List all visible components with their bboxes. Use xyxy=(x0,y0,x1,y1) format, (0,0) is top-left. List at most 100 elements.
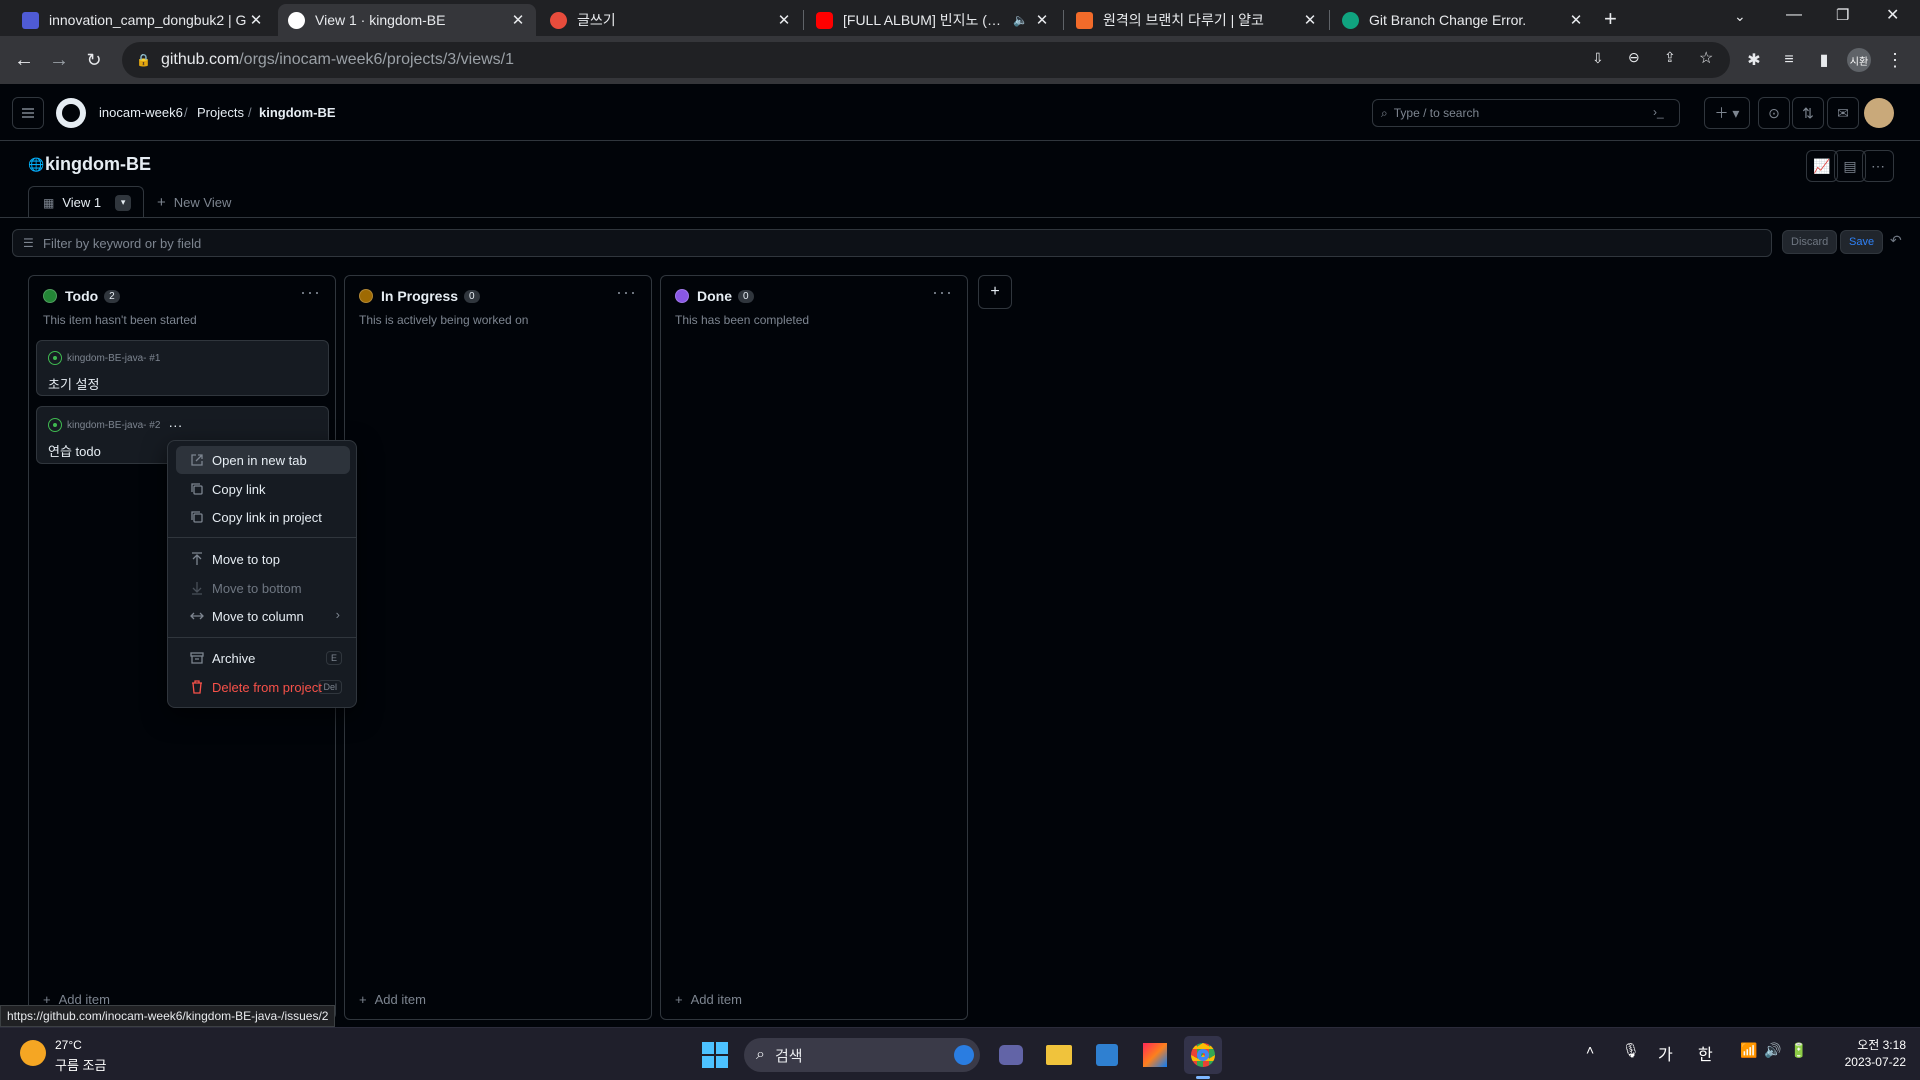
reload-icon[interactable]: ↻ xyxy=(78,44,110,76)
close-icon[interactable]: ✕ xyxy=(1034,11,1050,29)
zoom-icon[interactable]: ⊖ xyxy=(1628,49,1640,66)
globe-icon: 🌐 xyxy=(28,157,45,172)
menu-item-label: Copy link in project xyxy=(212,509,322,525)
close-icon[interactable]: ✕ xyxy=(248,11,264,29)
add-column-button[interactable]: + xyxy=(978,275,1012,309)
chrome-menu-icon[interactable]: ⋮ xyxy=(1879,44,1911,76)
minimize-icon[interactable]: — xyxy=(1786,6,1802,24)
issue-ref[interactable]: kingdom-BE-java- #1 xyxy=(67,353,160,364)
windows-start-icon[interactable] xyxy=(696,1036,734,1074)
issue-ref[interactable]: kingdom-BE-java- #2 xyxy=(67,420,160,431)
add-item-button[interactable]: + Add item xyxy=(359,992,426,1007)
speaker-icon[interactable]: 🔈 xyxy=(1013,13,1028,27)
profile-avatar[interactable]: 시환 xyxy=(1847,48,1871,72)
column-menu-icon[interactable]: ··· xyxy=(300,282,321,303)
pull-requests-icon[interactable]: ⇅ xyxy=(1792,97,1824,129)
filter-input[interactable]: ☰ Filter by keyword or by field xyxy=(12,229,1772,257)
ime-language-indicator[interactable]: 한 xyxy=(1698,1041,1713,1065)
menu-item-copy-link-in-project[interactable]: Copy link in project xyxy=(176,503,350,531)
menu-item-delete-from-project[interactable]: Delete from project Del xyxy=(176,673,350,701)
microphone-icon[interactable]: 🎙 xyxy=(1622,1042,1640,1059)
issue-card[interactable]: kingdom-BE-java- #1 초기 설정 xyxy=(36,340,329,396)
copy-icon xyxy=(190,510,204,524)
column-menu-icon[interactable]: ··· xyxy=(616,282,637,303)
install-icon[interactable]: ⇩ xyxy=(1592,50,1604,67)
inbox-icon[interactable]: ✉ xyxy=(1827,97,1859,129)
create-new-button[interactable]: ＋ ▾ xyxy=(1704,97,1750,129)
ime-mode-indicator[interactable]: 가 xyxy=(1658,1041,1673,1065)
close-icon[interactable]: ✕ xyxy=(1568,11,1584,29)
clock-time[interactable]: 오전 3:18 xyxy=(1826,1036,1906,1053)
close-icon[interactable]: ✕ xyxy=(510,11,526,29)
tab-view-1[interactable]: ▦ View 1 ▾ xyxy=(28,186,144,218)
breadcrumb-projects[interactable]: Projects xyxy=(197,105,244,120)
new-tab-icon[interactable]: + xyxy=(1604,6,1617,32)
add-item-button[interactable]: + Add item xyxy=(675,992,742,1007)
breadcrumb-project[interactable]: kingdom-BE xyxy=(259,105,336,120)
browser-tab[interactable]: 원격의 브랜치 다루기 | 얄코 ✕ xyxy=(1066,4,1328,36)
menu-item-label: Open in new tab xyxy=(212,452,307,468)
teams-chat-icon[interactable] xyxy=(992,1036,1030,1074)
browser-tab[interactable]: 글쓰기 ✕ xyxy=(540,4,802,36)
browser-tab[interactable]: [FULL ALBUM] 빈지노 (Been 🔈 ✕ xyxy=(806,4,1060,36)
view-options-chevron-icon[interactable]: ▾ xyxy=(115,194,132,211)
bing-icon[interactable] xyxy=(954,1045,974,1065)
file-explorer-icon[interactable] xyxy=(1040,1036,1078,1074)
forward-icon[interactable]: → xyxy=(43,44,75,76)
extensions-icon[interactable]: ✱ xyxy=(1738,44,1770,76)
hamburger-menu-icon[interactable] xyxy=(12,97,44,129)
close-icon[interactable]: ✕ xyxy=(776,11,792,29)
clock-date[interactable]: 2023-07-22 xyxy=(1826,1055,1906,1069)
menu-item-move-to-top[interactable]: Move to top xyxy=(176,545,350,573)
weather-desc[interactable]: 구름 조금 xyxy=(55,1055,106,1074)
project-title[interactable]: kingdom-BE xyxy=(45,154,151,175)
user-avatar[interactable] xyxy=(1864,98,1894,128)
shortcut-badge: Del xyxy=(318,680,342,694)
breadcrumb-org[interactable]: inocam-week6 xyxy=(99,105,183,120)
taskbar-search[interactable]: ⌕ 검색 xyxy=(744,1038,980,1072)
command-palette-icon[interactable]: ›_ xyxy=(1653,105,1664,119)
side-panel-icon[interactable]: ▮ xyxy=(1808,44,1840,76)
volume-icon[interactable]: 🔊 xyxy=(1764,1042,1781,1059)
battery-icon[interactable]: 🔋 xyxy=(1790,1042,1807,1059)
menu-item-copy-link[interactable]: Copy link xyxy=(176,475,350,503)
new-view-button[interactable]: + New View xyxy=(157,186,231,218)
weather-icon[interactable] xyxy=(20,1040,46,1066)
share-icon[interactable]: ⇪ xyxy=(1664,49,1676,66)
media-control-icon[interactable]: ≡ xyxy=(1773,44,1805,76)
address-bar[interactable]: 🔒 github.com/orgs/inocam-week6/projects/… xyxy=(122,42,1730,78)
back-icon[interactable]: ← xyxy=(8,44,40,76)
intellij-icon[interactable] xyxy=(1136,1036,1174,1074)
weather-temp[interactable]: 27°C xyxy=(55,1038,82,1052)
chrome-icon[interactable] xyxy=(1184,1036,1222,1074)
window-close-icon[interactable]: ✕ xyxy=(1886,5,1899,25)
menu-item-move-to-column[interactable]: Move to column › xyxy=(176,602,350,630)
menu-item-archive[interactable]: Archive E xyxy=(176,644,350,672)
board-icon: ▦ xyxy=(43,195,55,210)
discard-button[interactable]: Discard xyxy=(1782,230,1838,254)
wifi-icon[interactable]: 📶 xyxy=(1740,1042,1757,1059)
bookmark-star-icon[interactable]: ☆ xyxy=(1699,48,1713,68)
search-input[interactable]: ⌕ Type / to search ›_ xyxy=(1372,99,1680,127)
close-icon[interactable]: ✕ xyxy=(1302,11,1318,29)
vscode-icon[interactable] xyxy=(1088,1036,1126,1074)
browser-tab-active[interactable]: View 1 · kingdom-BE ✕ xyxy=(278,4,536,36)
restore-icon[interactable]: ❐ xyxy=(1836,6,1849,24)
issues-icon[interactable]: ⊙ xyxy=(1758,97,1790,129)
issue-title[interactable]: 초기 설정 xyxy=(48,374,99,393)
save-button[interactable]: Save xyxy=(1840,230,1884,254)
browser-tab[interactable]: innovation_camp_dongbuk2 | G ✕ xyxy=(12,4,274,36)
tab-search-chevron-icon[interactable]: ⌄ xyxy=(1734,8,1746,25)
project-menu-icon[interactable]: ⋯ xyxy=(1862,150,1894,182)
menu-item-open-in-new-tab[interactable]: Open in new tab xyxy=(176,446,350,474)
card-menu-icon[interactable]: ··· xyxy=(168,417,182,433)
tray-expand-icon[interactable]: ˄ xyxy=(1586,1042,1594,1058)
column-header: Todo 2 xyxy=(43,288,120,304)
github-logo-icon[interactable] xyxy=(56,98,86,128)
browser-tab[interactable]: Git Branch Change Error. ✕ xyxy=(1332,4,1594,36)
undo-icon[interactable]: ↶ xyxy=(1890,232,1902,249)
menu-item-move-to-bottom[interactable]: Move to bottom xyxy=(176,574,350,602)
column-count-badge: 0 xyxy=(464,289,480,303)
column-menu-icon[interactable]: ··· xyxy=(932,282,953,303)
issue-title[interactable]: 연습 todo xyxy=(48,441,101,460)
